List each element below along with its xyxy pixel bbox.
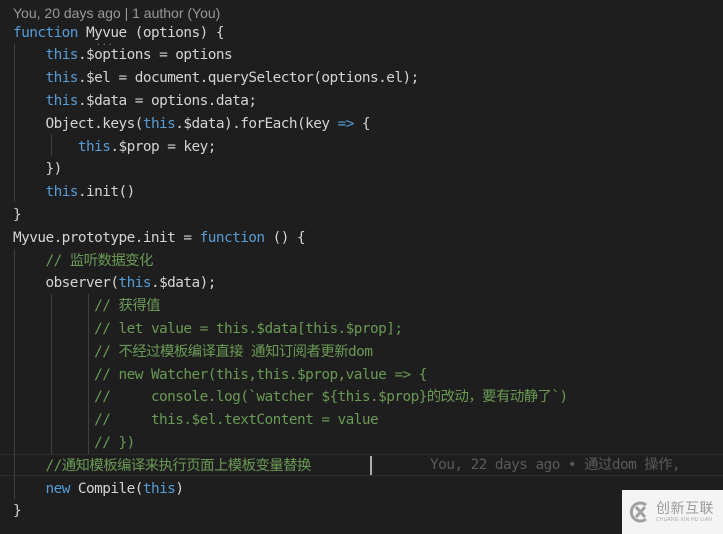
comment-token: // console.log(`watcher ${this.$prop}的改动… [94,389,568,406]
code-token: .init() [77,184,135,201]
git-blame-annotation: You, 22 days ago • 通过dom 操作, [430,457,681,473]
keyword-token: => [337,115,355,132]
code-token: Myvue.prototype.init = [13,229,200,246]
code-line[interactable]: // 监听数据变化 [13,250,153,273]
keyword-token: this [45,184,78,201]
code-line[interactable]: this.init() [13,181,135,204]
keyword-token: this [45,70,78,87]
text-cursor [370,456,372,475]
code-token: .$prop = key; [110,138,216,155]
code-token: () { [264,229,306,246]
comment-token: // let value = this.$data[this.$prop]; [94,320,403,337]
code-line[interactable]: // console.log(`watcher ${this.$prop}的改动… [13,386,568,409]
code-token: Object.keys( [13,115,143,132]
code-line[interactable]: Object.keys(this.$data).forEach(key => { [13,113,370,136]
code-line[interactable]: function Myvue (options) { [13,22,225,45]
code-token: ) [175,480,184,497]
watermark: 创新互联 CHUANG XIN HU LIAN [622,490,723,534]
code-token: } [13,206,22,223]
comment-token: //通知模板编译来执行页面上模板变量替换 [45,457,311,474]
keyword-token: this [142,115,176,132]
code-token: } [13,503,22,520]
keyword-token: this [142,480,176,497]
comment-token: // this.$el.textContent = value [94,412,379,429]
code-token: .$data); [150,275,216,292]
comment-token: // 获得值 [94,298,161,315]
code-line[interactable]: this.$options = options [13,44,232,67]
comment-token: // 不经过模板编译直接 通知订阅者更新dom [94,343,373,360]
watermark-name-en: CHUANG XIN HU LIAN [656,516,713,523]
code-token: Myvue (options) { [77,24,225,41]
code-line[interactable]: this.$data = options.data; [13,90,257,113]
code-token: { [353,115,371,132]
code-token: .$data = options.data; [77,92,257,109]
code-line[interactable]: Myvue.prototype.init = function () { [13,227,306,250]
keyword-token: new [45,480,70,497]
keyword-token: function [13,24,78,41]
code-line[interactable]: // new Watcher(this,this.$prop,value => … [13,364,427,387]
codelens-authorship[interactable]: You, 20 days ago | 1 author (You) [13,3,220,23]
code-line[interactable]: // let value = this.$data[this.$prop]; [13,318,403,341]
comment-token: // new Watcher(this,this.$prop,value => … [94,366,427,383]
code-line[interactable]: //通知模板编译来执行页面上模板变量替换 [13,455,311,478]
code-line[interactable]: // 获得值 [13,295,160,318]
code-line[interactable]: } [13,500,22,523]
comment-token: // 监听数据变化 [45,252,153,269]
code-token: observer( [13,275,119,292]
code-token: Compile( [69,480,143,497]
watermark-name-cn: 创新互联 [656,500,714,517]
code-line[interactable]: // 不经过模板编译直接 通知订阅者更新dom [13,341,373,364]
code-token: }) [13,161,62,178]
logo-icon [629,501,647,523]
code-token: .$options = options [77,47,233,64]
code-line[interactable]: observer(this.$data); [13,272,216,295]
code-line[interactable]: this.$el = document.querySelector(option… [13,67,419,90]
code-token: .$el = document.querySelector(options.el… [77,70,419,87]
code-token: .$data).forEach(key [175,115,338,132]
code-line[interactable]: // }) [13,432,135,455]
code-line[interactable]: this.$prop = key; [13,136,217,159]
keyword-token: this [45,47,78,64]
keyword-token: this [118,275,151,292]
comment-token: // }) [94,434,135,451]
code-editor[interactable]: You, 20 days ago | 1 author (You) ··· fu… [0,0,723,534]
keyword-token: this [77,138,111,155]
code-line[interactable]: // this.$el.textContent = value [13,409,379,432]
keyword-token: function [199,229,265,246]
code-line[interactable]: } [13,204,22,227]
code-line[interactable]: }) [13,158,62,181]
keyword-token: this [45,92,78,109]
code-line[interactable]: new Compile(this) [13,478,184,501]
